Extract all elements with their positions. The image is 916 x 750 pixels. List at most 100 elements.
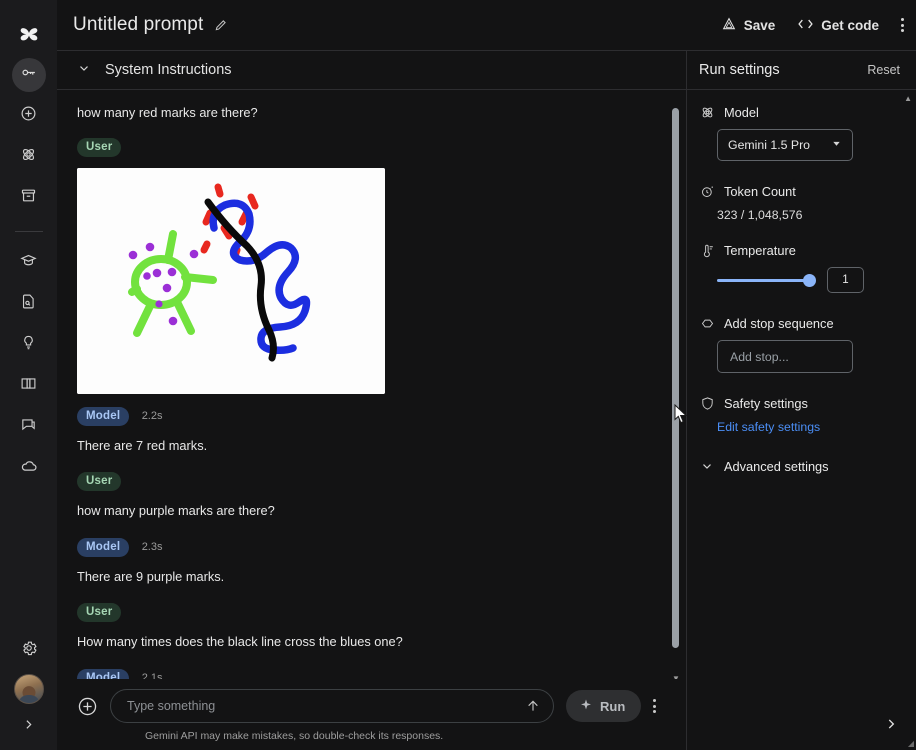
model-label: Model [724,104,759,120]
temperature-value[interactable]: 1 [827,267,864,293]
avatar[interactable] [13,674,44,704]
kebab-menu-icon[interactable] [653,699,657,713]
conversation-turn-user-image: User [77,137,660,394]
reset-button[interactable]: Reset [867,63,900,77]
resize-corner-icon[interactable]: ◢ [908,739,914,748]
conversation-turn-user-2: User how many purple marks are there? [77,471,660,521]
role-badge-model: Model [77,668,130,679]
gear-icon [20,641,38,661]
feedback-chat-icon [20,416,37,438]
setting-token-count: Token Count [699,183,904,199]
setting-stop-sequence: Add stop sequence [699,315,904,331]
setting-model: Model [699,104,904,120]
advanced-settings-toggle[interactable]: Advanced settings [699,458,904,474]
save-drive-icon [721,16,737,35]
expand-rail-button[interactable] [22,718,35,736]
conversation-turn-model-2: Model 2.3s There are 9 purple marks. [77,537,660,587]
token-count-label: Token Count [724,183,796,199]
setting-safety: Safety settings [699,395,904,411]
sidebar-item-prompt-gallery[interactable] [12,328,46,362]
stop-sequence-placeholder: Add stop... [730,349,789,364]
composer-row: Run [77,689,672,723]
edit-safety-settings-link[interactable]: Edit safety settings [717,420,904,434]
sidebar-item-documentation[interactable] [12,287,46,321]
search-input[interactable] [127,699,525,713]
panel-scroll-up-arrow-icon[interactable]: ▲ [904,94,912,103]
code-brackets-icon [797,17,814,34]
save-button[interactable]: Save [721,16,775,35]
stop-hexagon-icon [699,315,715,331]
kebab-menu-icon[interactable] [901,18,904,32]
page-title: Untitled prompt [73,14,204,35]
advanced-settings-label: Advanced settings [724,458,829,474]
temperature-slider[interactable] [717,273,816,287]
sidebar-item-tune-model[interactable] [12,140,46,174]
setting-temperature: Temperature [699,242,904,258]
chevron-down-icon [831,138,842,152]
sidebar-item-cloud[interactable] [12,451,46,485]
run-button[interactable]: Run [566,690,642,722]
conversation-turn-model-1: Model 2.2s There are 7 red marks. [77,406,660,456]
chevron-down-icon[interactable] [77,61,91,80]
conversation-scrollbar[interactable]: ▲ ▼ [669,90,682,679]
scroll-down-arrow-icon[interactable]: ▼ [672,674,680,679]
sidebar-item-library[interactable] [12,181,46,215]
chevron-down-icon [699,458,715,474]
safety-settings-label: Safety settings [724,395,808,411]
thermometer-icon [699,242,715,258]
token-count-icon [699,183,715,199]
system-instructions-bar[interactable]: System Instructions [57,51,686,90]
rail-divider [14,231,43,232]
cookbook-book-icon [20,375,37,397]
model-select-value: Gemini 1.5 Pro [728,138,811,152]
response-time: 2.2s [141,409,163,422]
temperature-label: Temperature [724,242,796,258]
plus-circle-icon[interactable] [77,696,98,717]
app-logo[interactable] [0,8,57,58]
get-code-button[interactable]: Get code [797,17,879,34]
get-code-label: Get code [821,17,879,33]
main-column: Untitled prompt Save Get code System Ins… [57,0,916,750]
temperature-control: 1 [717,267,904,293]
content-wrap: System Instructions how many red marks a… [57,50,916,750]
model-select[interactable]: Gemini 1.5 Pro [717,129,853,161]
arrow-up-icon[interactable] [525,698,541,714]
api-key-icon [20,64,37,86]
shield-icon [699,395,715,411]
response-time: 2.3s [141,540,163,553]
disclaimer-text: Gemini API may make mistakes, so double-… [145,730,444,742]
run-settings-panel: Run settings Reset ▲ Model Gemini 1.5 Pr… [686,50,916,750]
chevron-right-icon [884,718,898,735]
prompt-input-wrapper[interactable] [110,689,554,723]
stop-sequence-input[interactable]: Add stop... [717,340,853,373]
system-instructions-label: System Instructions [105,62,232,78]
run-settings-header: Run settings Reset [687,51,916,90]
scrollbar-thumb[interactable] [672,108,679,648]
pencil-icon[interactable] [214,18,228,32]
role-badge-user: User [77,137,122,157]
sidebar-item-api-key[interactable] [11,58,46,92]
response-time: 2.1s [141,671,163,679]
slider-thumb[interactable] [803,273,816,287]
app-root: Untitled prompt Save Get code System Ins… [0,0,916,750]
sidebar-item-cookbook[interactable] [12,369,46,403]
conversation-text-0: how many red marks are there? [77,105,258,120]
settings-button[interactable] [20,639,38,662]
learn-graduation-icon [20,252,37,274]
sidebar-item-new-prompt[interactable] [12,99,46,133]
new-chat-plus-icon [20,105,37,127]
token-count-value: 323 / 1,048,576 [717,208,803,222]
collapse-panel-button[interactable] [884,717,898,736]
sidebar-item-feedback[interactable] [12,410,46,444]
role-badge-model: Model [77,406,130,426]
conversation-turn-model-3: Model 2.1s The black line crosses the bl… [77,668,660,679]
run-settings-body: ▲ Model Gemini 1.5 Pro Token Count 323 /… [687,90,916,750]
sidebar-item-learn[interactable] [12,246,46,280]
tune-model-icon [20,146,37,168]
hand-drawn-marks-image[interactable] [77,167,385,394]
